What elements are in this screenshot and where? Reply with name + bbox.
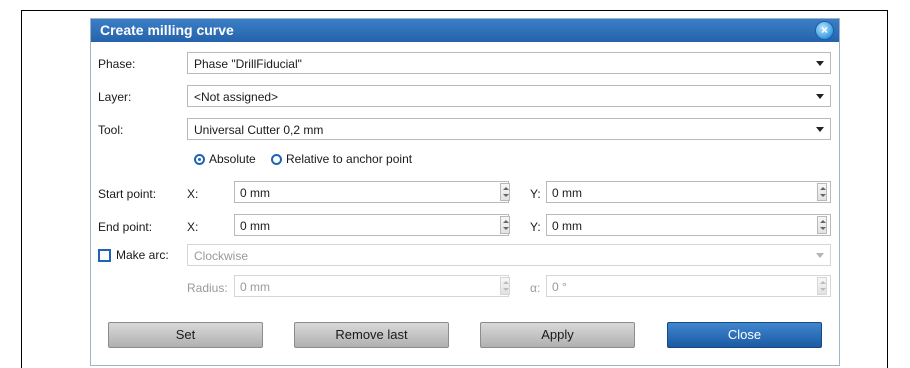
- start-y-stepper[interactable]: [817, 183, 827, 201]
- relative-radio[interactable]: [271, 154, 282, 165]
- close-button[interactable]: Close: [667, 322, 822, 348]
- arc-direction-value: Clockwise: [194, 249, 249, 263]
- end-x-value: 0 mm: [240, 219, 270, 233]
- dialog-titlebar: Create milling curve ×: [91, 19, 839, 42]
- angle-stepper[interactable]: [817, 277, 827, 295]
- make-arc-checkbox[interactable]: [98, 249, 111, 262]
- create-milling-curve-dialog: Create milling curve × Phase: Phase "Dri…: [90, 18, 840, 366]
- arc-direction-dropdown[interactable]: Clockwise: [187, 244, 831, 266]
- phase-label: Phase:: [98, 57, 136, 71]
- end-point-label: End point:: [98, 220, 153, 234]
- layer-dropdown[interactable]: <Not assigned>: [187, 85, 831, 107]
- apply-button[interactable]: Apply: [480, 322, 635, 348]
- end-y-stepper[interactable]: [817, 216, 827, 234]
- make-arc-label[interactable]: Make arc:: [116, 248, 169, 262]
- chevron-down-icon: [816, 61, 824, 66]
- tool-label: Tool:: [98, 123, 124, 137]
- end-y-label: Y:: [530, 220, 541, 234]
- angle-label: α:: [530, 281, 541, 295]
- start-y-value: 0 mm: [552, 186, 582, 200]
- end-y-value: 0 mm: [552, 219, 582, 233]
- start-y-label: Y:: [530, 187, 541, 201]
- start-x-input[interactable]: 0 mm: [234, 181, 509, 203]
- start-y-input[interactable]: 0 mm: [546, 181, 831, 203]
- phase-dropdown[interactable]: Phase "DrillFiducial": [187, 52, 831, 74]
- chevron-down-icon: [816, 127, 824, 132]
- chevron-down-icon: [816, 253, 824, 258]
- relative-radio-label[interactable]: Relative to anchor point: [286, 152, 412, 166]
- end-x-input[interactable]: 0 mm: [234, 214, 509, 236]
- angle-input[interactable]: 0 °: [546, 275, 831, 297]
- close-icon[interactable]: ×: [816, 22, 833, 39]
- phase-value: Phase "DrillFiducial": [194, 57, 302, 71]
- radius-input[interactable]: 0 mm: [234, 275, 509, 297]
- start-point-label: Start point:: [98, 187, 157, 201]
- angle-value: 0 °: [552, 280, 567, 294]
- tool-dropdown[interactable]: Universal Cutter 0,2 mm: [187, 118, 831, 140]
- absolute-radio[interactable]: [194, 154, 205, 165]
- layer-label: Layer:: [98, 90, 132, 104]
- tool-value: Universal Cutter 0,2 mm: [194, 123, 324, 137]
- start-x-value: 0 mm: [240, 186, 270, 200]
- layer-value: <Not assigned>: [194, 90, 279, 104]
- set-button[interactable]: Set: [108, 322, 263, 348]
- radius-label: Radius:: [187, 281, 228, 295]
- end-x-stepper[interactable]: [500, 216, 510, 234]
- radius-value: 0 mm: [240, 280, 270, 294]
- end-x-label: X:: [187, 220, 199, 234]
- chevron-down-icon: [816, 94, 824, 99]
- dialog-title: Create milling curve: [100, 22, 234, 38]
- radius-stepper[interactable]: [500, 277, 510, 295]
- end-y-input[interactable]: 0 mm: [546, 214, 831, 236]
- absolute-radio-label[interactable]: Absolute: [209, 152, 256, 166]
- remove-last-button[interactable]: Remove last: [294, 322, 449, 348]
- start-x-label: X:: [187, 187, 199, 201]
- start-x-stepper[interactable]: [500, 183, 510, 201]
